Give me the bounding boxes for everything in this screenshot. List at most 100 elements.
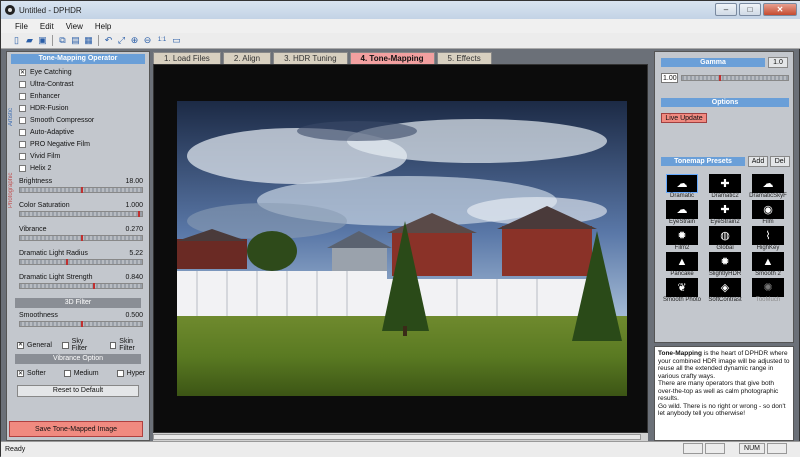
operator-helix-2[interactable]: Helix 2 bbox=[19, 162, 94, 174]
slider-track[interactable] bbox=[19, 321, 143, 327]
operator-checkbox[interactable] bbox=[19, 164, 26, 172]
operator-checkbox[interactable] bbox=[19, 116, 26, 124]
vibrance-medium-radio[interactable]: Medium bbox=[63, 370, 99, 377]
operator-eye-catching[interactable]: ✕ Eye Catching bbox=[19, 66, 94, 78]
preset-dramatic2[interactable]: ✚ Dramatic2 bbox=[704, 174, 746, 200]
save-tone-mapped-image-button[interactable]: Save Tone-Mapped Image bbox=[9, 421, 143, 437]
brightness-slider[interactable]: Brightness 18.00 bbox=[19, 178, 143, 193]
slider-thumb[interactable] bbox=[719, 75, 722, 81]
preset-smooth-photo[interactable]: ❦ Smooth Photo bbox=[661, 278, 703, 304]
horizontal-scrollbar[interactable] bbox=[153, 433, 648, 441]
vibrance-softer-radio[interactable]: ✕ Softer bbox=[17, 370, 46, 377]
operator-checkbox[interactable] bbox=[19, 128, 26, 136]
menu-file[interactable]: File bbox=[15, 22, 28, 31]
operator-checkbox[interactable] bbox=[19, 104, 26, 112]
vibrance-hyper-radio[interactable]: Hyper bbox=[116, 370, 145, 377]
minimize-button[interactable]: – bbox=[715, 3, 737, 16]
menu-edit[interactable]: Edit bbox=[40, 22, 54, 31]
paste-icon[interactable]: ▤ bbox=[70, 35, 81, 46]
operator-checkbox[interactable] bbox=[19, 140, 26, 148]
slider-track[interactable] bbox=[19, 211, 143, 217]
gamma-reset-button[interactable]: 1.0 bbox=[768, 57, 788, 68]
tab-load-files[interactable]: 1. Load Files bbox=[153, 52, 221, 64]
operator-vivid-film[interactable]: Vivid Film bbox=[19, 150, 94, 162]
add-preset-button[interactable]: Add bbox=[748, 156, 768, 167]
tab-align[interactable]: 2. Align bbox=[222, 52, 272, 64]
slider-track[interactable] bbox=[19, 235, 143, 241]
side-tab-photographic[interactable]: Photographic bbox=[8, 138, 17, 208]
image-preview-area[interactable] bbox=[153, 64, 648, 433]
fit-icon[interactable]: ⤢ bbox=[116, 35, 127, 46]
slider-track[interactable] bbox=[19, 187, 143, 193]
operator-auto-adaptive[interactable]: Auto-Adaptive bbox=[19, 126, 94, 138]
undo-icon[interactable]: ↶ bbox=[103, 35, 114, 46]
fullscreen-icon[interactable]: ▭ bbox=[171, 35, 182, 46]
preset-label: EyeStrain2 bbox=[710, 219, 740, 225]
window-title: Untitled - DPHDR bbox=[19, 5, 82, 15]
new-file-icon[interactable]: ▯ bbox=[11, 35, 22, 46]
preset-pancake[interactable]: ▲ Pancake bbox=[661, 252, 703, 278]
operator-enhancer[interactable]: Enhancer bbox=[19, 90, 94, 102]
tab-effects[interactable]: 5. Effects bbox=[436, 52, 492, 64]
preset-eyestrain[interactable]: ☁ EyeStrain bbox=[661, 200, 703, 226]
dramatic-light-radius-slider[interactable]: Dramatic Light Radius 5.22 bbox=[19, 250, 143, 265]
vibrance-slider[interactable]: Vibrance 0.270 bbox=[19, 226, 143, 241]
preset-slightlyhdr[interactable]: ✹ SlightlyHDR bbox=[704, 252, 746, 278]
operator-smooth-compressor[interactable]: Smooth Compressor bbox=[19, 114, 94, 126]
brightness-value: 18.00 bbox=[125, 178, 143, 185]
copy-icon[interactable]: ⧉ bbox=[57, 35, 68, 46]
operator-checkbox[interactable] bbox=[19, 92, 26, 100]
filter-skin-radio[interactable]: Skin Filter bbox=[109, 338, 149, 352]
preset-film[interactable]: ◉ Film bbox=[747, 200, 789, 226]
operator-checkbox[interactable]: ✕ bbox=[19, 68, 26, 76]
delete-preset-button[interactable]: Del bbox=[770, 156, 790, 167]
preset-smooth-2[interactable]: ▲ Smooth 2 bbox=[747, 252, 789, 278]
preset-highkey[interactable]: ⌇ HighKey bbox=[747, 226, 789, 252]
operator-checkbox[interactable] bbox=[19, 152, 26, 160]
open-folder-icon[interactable]: ▰ bbox=[24, 35, 35, 46]
zoom-out-icon[interactable]: ⊖ bbox=[142, 35, 153, 46]
smoothness-slider[interactable]: Smoothness 0.500 bbox=[19, 312, 143, 327]
preset-global[interactable]: ◍ Global bbox=[704, 226, 746, 252]
slider-thumb[interactable] bbox=[93, 283, 96, 289]
close-button[interactable]: ✕ bbox=[763, 3, 797, 16]
tab-hdr-tuning[interactable]: 3. HDR Tuning bbox=[273, 52, 348, 64]
color-saturation-slider[interactable]: Color Saturation 1.000 bbox=[19, 202, 143, 217]
live-update-button[interactable]: Live Update bbox=[661, 113, 707, 123]
operator-ultra-contrast[interactable]: Ultra-Contrast bbox=[19, 78, 94, 90]
dramatic-light-strength-slider[interactable]: Dramatic Light Strength 0.840 bbox=[19, 274, 143, 289]
actual-size-icon[interactable]: 1:1 bbox=[155, 35, 169, 46]
slider-track[interactable] bbox=[19, 259, 143, 265]
slider-thumb[interactable] bbox=[81, 235, 83, 241]
operator-hdr-fusion[interactable]: HDR-Fusion bbox=[19, 102, 94, 114]
reset-to-default-button[interactable]: Reset to Default bbox=[17, 385, 139, 397]
filter-sky-radio[interactable]: Sky Filter bbox=[61, 338, 100, 352]
tab-tone-mapping[interactable]: 4. Tone-Mapping bbox=[349, 52, 435, 64]
save-icon[interactable]: ▣ bbox=[37, 35, 48, 46]
preset-toomuch[interactable]: ✺ TooMuch bbox=[747, 278, 789, 304]
side-tab-artistic[interactable]: Artistic bbox=[8, 68, 17, 126]
preset-softcontrast[interactable]: ◈ SoftContrast bbox=[704, 278, 746, 304]
maximize-button[interactable]: □ bbox=[739, 3, 761, 16]
preset-eyestrain2[interactable]: ✚ EyeStrain2 bbox=[704, 200, 746, 226]
gamma-value-field[interactable]: 1.00 bbox=[661, 73, 678, 83]
preset-film2[interactable]: ✹ Film2 bbox=[661, 226, 703, 252]
gamma-slider[interactable] bbox=[681, 75, 789, 81]
preset-dramatic[interactable]: ☁ Dramatic bbox=[661, 174, 703, 200]
slider-thumb[interactable] bbox=[66, 259, 69, 265]
preset-dramaticskyf[interactable]: ☁ DramaticSkyF bbox=[747, 174, 789, 200]
slider-thumb[interactable] bbox=[81, 187, 83, 193]
zoom-in-icon[interactable]: ⊕ bbox=[129, 35, 140, 46]
slider-track[interactable] bbox=[19, 283, 143, 289]
menu-view[interactable]: View bbox=[66, 22, 83, 31]
scrollbar-thumb[interactable] bbox=[153, 434, 641, 440]
slider-thumb[interactable] bbox=[81, 321, 83, 327]
drop-icon: ◈ bbox=[709, 278, 741, 297]
export-icon[interactable]: ▦ bbox=[83, 35, 94, 46]
operator-checkbox[interactable] bbox=[19, 80, 26, 88]
aperture-icon: ✹ bbox=[709, 252, 741, 271]
filter-general-radio[interactable]: ✕ General bbox=[17, 338, 52, 352]
slider-thumb[interactable] bbox=[138, 211, 141, 217]
menu-help[interactable]: Help bbox=[95, 22, 111, 31]
operator-pro-negative-film[interactable]: PRO Negative Film bbox=[19, 138, 94, 150]
